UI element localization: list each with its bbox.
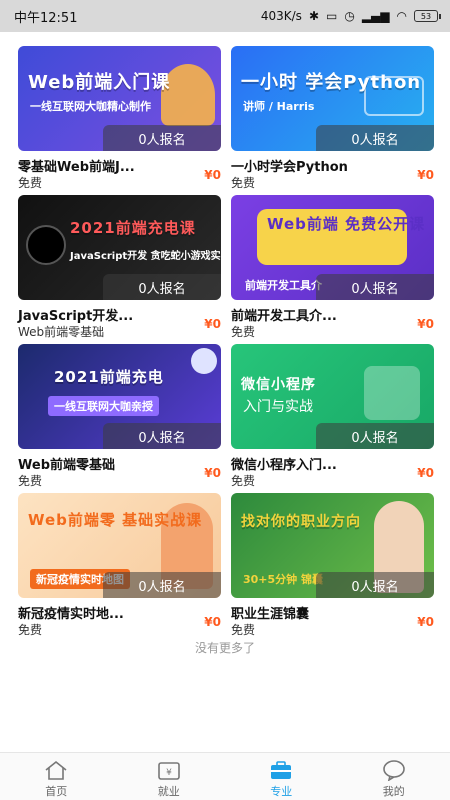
course-card[interactable]: Web前端入门课 一线互联网大咖精心制作 0人报名 零基础Web前端J... 免… — [18, 46, 221, 190]
enroll-count: 0人报名 — [103, 423, 221, 449]
thumbnail-headline: 2021前端充电课 — [70, 219, 196, 237]
course-card[interactable]: 2021前端充电 一线互联网大咖亲授 0人报名 Web前端零基础 免费 ¥0 — [18, 344, 221, 488]
tab-label: 首页 — [45, 785, 68, 798]
course-title: 微信小程序入门... — [231, 458, 337, 473]
enroll-count: 0人报名 — [103, 572, 221, 598]
enroll-count: 0人报名 — [316, 125, 434, 151]
course-title: 前端开发工具介... — [231, 309, 337, 324]
tab-mine[interactable]: 我的 — [338, 753, 450, 800]
course-subtitle: 免费 — [231, 176, 256, 190]
enroll-count: 0人报名 — [316, 572, 434, 598]
signal-icon: ▂▄▆ — [361, 9, 390, 23]
course-price: ¥0 — [204, 466, 221, 480]
thumbnail-subline: 讲师 / Harris — [243, 100, 315, 113]
course-price: ¥0 — [417, 317, 434, 331]
thumbnail-subline: 一线互联网大咖精心制作 — [30, 100, 151, 113]
course-thumbnail: 2021前端充电课 JavaScript开发 贪吃蛇小游戏实战 0人报名 — [18, 195, 221, 300]
vibrate-icon: ▭ — [326, 9, 338, 23]
thumbnail-subline: 前端开发工具介 — [245, 279, 322, 292]
chat-bubble-icon — [382, 760, 405, 781]
course-title: 一小时学会Python — [231, 160, 348, 175]
bluetooth-icon: ✱ — [308, 9, 319, 23]
battery-icon: 53 — [414, 10, 441, 22]
course-card[interactable]: 2021前端充电课 JavaScript开发 贪吃蛇小游戏实战 0人报名 Jav… — [18, 195, 221, 339]
course-subtitle: Web前端零基础 — [18, 325, 105, 339]
course-thumbnail: Web前端入门课 一线互联网大咖精心制作 0人报名 — [18, 46, 221, 151]
battery-level: 53 — [420, 11, 432, 21]
thumbnail-headline: 2021前端充电 — [54, 368, 164, 386]
thumbnail-headline: Web前端 免费公开课 — [267, 215, 426, 233]
course-title: JavaScript开发... — [18, 309, 134, 324]
course-subtitle: 免费 — [231, 325, 256, 339]
course-card[interactable]: 找对你的职业方向 30+5分钟 锦囊 0人报名 职业生涯锦囊 免费 ¥0 — [231, 493, 434, 637]
course-price: ¥0 — [417, 615, 434, 629]
course-card[interactable]: Web前端 免费公开课 前端开发工具介 0人报名 前端开发工具介... 免费 ¥… — [231, 195, 434, 339]
status-time: 中午12:51 — [14, 10, 78, 26]
network-speed: 403K/s — [260, 9, 302, 23]
course-title: 新冠疫情实时地... — [18, 607, 124, 622]
course-subtitle: 免费 — [231, 474, 256, 488]
thumbnail-subline: JavaScript开发 贪吃蛇小游戏实战 — [70, 251, 221, 262]
thumbnail-headline: 微信小程序 — [241, 377, 316, 393]
enroll-count: 0人报名 — [316, 423, 434, 449]
course-subtitle: 免费 — [18, 474, 43, 488]
thumbnail-headline: Web前端入门课 — [28, 72, 171, 93]
course-price: ¥0 — [204, 168, 221, 182]
course-card[interactable]: 一小时 学会Python 讲师 / Harris 0人报名 一小时学会Pytho… — [231, 46, 434, 190]
course-thumbnail: Web前端 免费公开课 前端开发工具介 0人报名 — [231, 195, 434, 300]
enroll-count: 0人报名 — [103, 125, 221, 151]
wallet-icon: ¥ — [157, 762, 180, 780]
enroll-count: 0人报名 — [103, 274, 221, 300]
status-icons: 403K/s ✱ ▭ ◷ ▂▄▆ ◠ 53 — [260, 9, 441, 23]
tab-label: 专业 — [270, 785, 293, 798]
course-title: Web前端零基础 — [18, 458, 115, 473]
home-icon — [45, 760, 67, 780]
thumbnail-headline: 找对你的职业方向 — [241, 514, 361, 530]
course-card[interactable]: 微信小程序 入门与实战 0人报名 微信小程序入门... 免费 ¥0 — [231, 344, 434, 488]
tab-home[interactable]: 首页 — [0, 753, 113, 800]
course-thumbnail: 微信小程序 入门与实战 0人报名 — [231, 344, 434, 449]
course-subtitle: 免费 — [231, 623, 256, 637]
thumbnail-subline: 30+5分钟 锦囊 — [243, 573, 324, 586]
course-card[interactable]: Web前端零 基础实战课 新冠疫情实时地图 0人报名 新冠疫情实时地... 免费… — [18, 493, 221, 637]
course-subtitle: 免费 — [18, 623, 43, 637]
course-thumbnail: Web前端零 基础实战课 新冠疫情实时地图 0人报名 — [18, 493, 221, 598]
thumbnail-subline: 入门与实战 — [243, 399, 313, 415]
course-title: 职业生涯锦囊 — [231, 607, 310, 622]
wifi-icon: ◠ — [396, 9, 407, 23]
course-list: Web前端入门课 一线互联网大咖精心制作 0人报名 零基础Web前端J... 免… — [0, 32, 450, 752]
briefcase-icon — [271, 761, 292, 779]
bottom-tab-bar: 首页 ¥ 就业 专业 我的 — [0, 752, 450, 800]
course-price: ¥0 — [204, 317, 221, 331]
status-bar: 中午12:51 403K/s ✱ ▭ ◷ ▂▄▆ ◠ 53 — [0, 0, 450, 32]
tab-major[interactable]: 专业 — [225, 753, 338, 800]
svg-text:¥: ¥ — [166, 768, 172, 778]
course-thumbnail: 2021前端充电 一线互联网大咖亲授 0人报名 — [18, 344, 221, 449]
tab-label: 我的 — [382, 785, 405, 798]
thumbnail-subline: 一线互联网大咖亲授 — [48, 396, 159, 416]
tab-jobs[interactable]: ¥ 就业 — [113, 753, 226, 800]
course-thumbnail: 找对你的职业方向 30+5分钟 锦囊 0人报名 — [231, 493, 434, 598]
no-more-text: 没有更多了 — [194, 641, 255, 655]
thumbnail-headline: 一小时 学会Python — [241, 72, 422, 93]
course-subtitle: 免费 — [18, 176, 43, 190]
course-price: ¥0 — [417, 168, 434, 182]
course-price: ¥0 — [417, 466, 434, 480]
course-thumbnail: 一小时 学会Python 讲师 / Harris 0人报名 — [231, 46, 434, 151]
thumbnail-headline: Web前端零 基础实战课 — [28, 511, 203, 529]
alarm-icon: ◷ — [344, 9, 355, 23]
enroll-count: 0人报名 — [316, 274, 434, 300]
tab-label: 就业 — [157, 785, 180, 798]
course-title: 零基础Web前端J... — [18, 160, 135, 175]
course-price: ¥0 — [204, 615, 221, 629]
